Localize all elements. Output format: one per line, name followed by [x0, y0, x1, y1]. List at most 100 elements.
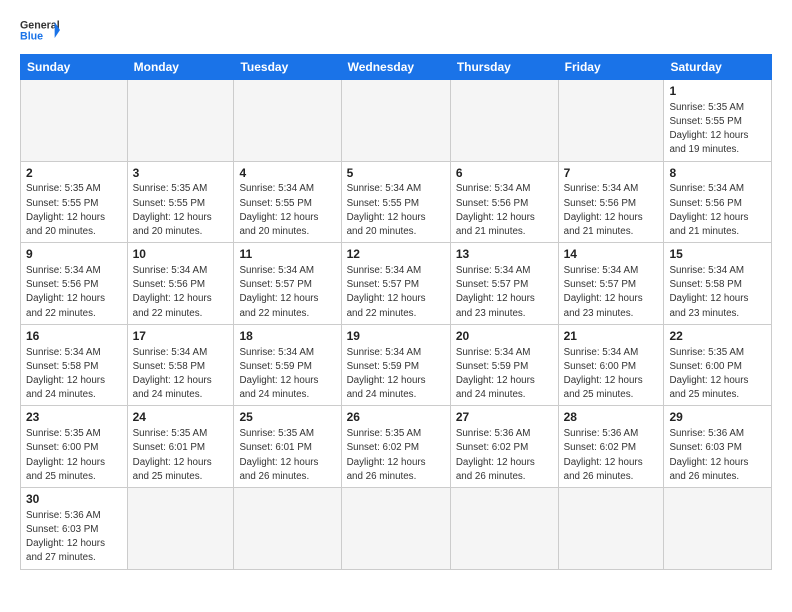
calendar-header-saturday: Saturday — [664, 55, 772, 80]
calendar-cell-5-1: 23Sunrise: 5:35 AM Sunset: 6:00 PM Dayli… — [21, 406, 128, 488]
calendar-cell-6-4 — [341, 488, 450, 570]
day-info: Sunrise: 5:34 AM Sunset: 5:55 PM Dayligh… — [239, 182, 335, 239]
day-info: Sunrise: 5:34 AM Sunset: 5:57 PM Dayligh… — [347, 264, 445, 321]
calendar-cell-1-4 — [341, 80, 450, 162]
page: General Blue SundayMondayTuesdayWednesda… — [0, 0, 792, 580]
calendar-week-2: 2Sunrise: 5:35 AM Sunset: 5:55 PM Daylig… — [21, 161, 772, 243]
calendar-week-5: 23Sunrise: 5:35 AM Sunset: 6:00 PM Dayli… — [21, 406, 772, 488]
svg-text:Blue: Blue — [20, 30, 43, 42]
day-info: Sunrise: 5:34 AM Sunset: 5:56 PM Dayligh… — [133, 264, 229, 321]
calendar-cell-3-4: 12Sunrise: 5:34 AM Sunset: 5:57 PM Dayli… — [341, 243, 450, 325]
day-info: Sunrise: 5:34 AM Sunset: 5:57 PM Dayligh… — [564, 264, 659, 321]
calendar-cell-2-5: 6Sunrise: 5:34 AM Sunset: 5:56 PM Daylig… — [450, 161, 558, 243]
day-info: Sunrise: 5:35 AM Sunset: 5:55 PM Dayligh… — [669, 101, 766, 158]
calendar-header-sunday: Sunday — [21, 55, 128, 80]
day-info: Sunrise: 5:34 AM Sunset: 5:58 PM Dayligh… — [133, 346, 229, 403]
calendar-cell-4-6: 21Sunrise: 5:34 AM Sunset: 6:00 PM Dayli… — [558, 324, 664, 406]
calendar-week-4: 16Sunrise: 5:34 AM Sunset: 5:58 PM Dayli… — [21, 324, 772, 406]
calendar-cell-2-4: 5Sunrise: 5:34 AM Sunset: 5:55 PM Daylig… — [341, 161, 450, 243]
calendar-week-6: 30Sunrise: 5:36 AM Sunset: 6:03 PM Dayli… — [21, 488, 772, 570]
day-number: 11 — [239, 246, 335, 263]
calendar-header-thursday: Thursday — [450, 55, 558, 80]
calendar-header-row: SundayMondayTuesdayWednesdayThursdayFrid… — [21, 55, 772, 80]
calendar-cell-1-2 — [127, 80, 234, 162]
calendar-cell-2-3: 4Sunrise: 5:34 AM Sunset: 5:55 PM Daylig… — [234, 161, 341, 243]
day-number: 9 — [26, 246, 122, 263]
day-number: 29 — [669, 409, 766, 426]
day-number: 12 — [347, 246, 445, 263]
day-number: 14 — [564, 246, 659, 263]
day-number: 6 — [456, 165, 553, 182]
calendar-cell-2-7: 8Sunrise: 5:34 AM Sunset: 5:56 PM Daylig… — [664, 161, 772, 243]
day-number: 19 — [347, 328, 445, 345]
calendar-cell-4-5: 20Sunrise: 5:34 AM Sunset: 5:59 PM Dayli… — [450, 324, 558, 406]
calendar-cell-5-7: 29Sunrise: 5:36 AM Sunset: 6:03 PM Dayli… — [664, 406, 772, 488]
calendar-header-friday: Friday — [558, 55, 664, 80]
calendar-cell-4-2: 17Sunrise: 5:34 AM Sunset: 5:58 PM Dayli… — [127, 324, 234, 406]
calendar-cell-5-3: 25Sunrise: 5:35 AM Sunset: 6:01 PM Dayli… — [234, 406, 341, 488]
day-number: 4 — [239, 165, 335, 182]
calendar-cell-6-2 — [127, 488, 234, 570]
day-number: 26 — [347, 409, 445, 426]
calendar-header-monday: Monday — [127, 55, 234, 80]
day-number: 15 — [669, 246, 766, 263]
day-number: 7 — [564, 165, 659, 182]
day-info: Sunrise: 5:34 AM Sunset: 5:55 PM Dayligh… — [347, 182, 445, 239]
day-number: 1 — [669, 83, 766, 100]
calendar-cell-3-6: 14Sunrise: 5:34 AM Sunset: 5:57 PM Dayli… — [558, 243, 664, 325]
day-info: Sunrise: 5:34 AM Sunset: 5:59 PM Dayligh… — [347, 346, 445, 403]
calendar-cell-2-1: 2Sunrise: 5:35 AM Sunset: 5:55 PM Daylig… — [21, 161, 128, 243]
calendar-cell-4-4: 19Sunrise: 5:34 AM Sunset: 5:59 PM Dayli… — [341, 324, 450, 406]
logo: General Blue — [20, 16, 60, 46]
day-number: 22 — [669, 328, 766, 345]
day-info: Sunrise: 5:34 AM Sunset: 5:57 PM Dayligh… — [456, 264, 553, 321]
calendar-cell-3-3: 11Sunrise: 5:34 AM Sunset: 5:57 PM Dayli… — [234, 243, 341, 325]
day-number: 5 — [347, 165, 445, 182]
calendar-cell-2-2: 3Sunrise: 5:35 AM Sunset: 5:55 PM Daylig… — [127, 161, 234, 243]
day-number: 17 — [133, 328, 229, 345]
day-info: Sunrise: 5:34 AM Sunset: 6:00 PM Dayligh… — [564, 346, 659, 403]
day-number: 30 — [26, 491, 122, 508]
calendar-header-wednesday: Wednesday — [341, 55, 450, 80]
day-info: Sunrise: 5:35 AM Sunset: 6:00 PM Dayligh… — [26, 427, 122, 484]
day-info: Sunrise: 5:36 AM Sunset: 6:02 PM Dayligh… — [564, 427, 659, 484]
day-number: 3 — [133, 165, 229, 182]
calendar-cell-1-7: 1Sunrise: 5:35 AM Sunset: 5:55 PM Daylig… — [664, 80, 772, 162]
day-number: 20 — [456, 328, 553, 345]
day-info: Sunrise: 5:35 AM Sunset: 6:00 PM Dayligh… — [669, 346, 766, 403]
day-info: Sunrise: 5:35 AM Sunset: 6:01 PM Dayligh… — [133, 427, 229, 484]
day-info: Sunrise: 5:34 AM Sunset: 5:56 PM Dayligh… — [669, 182, 766, 239]
day-info: Sunrise: 5:34 AM Sunset: 5:58 PM Dayligh… — [26, 346, 122, 403]
day-info: Sunrise: 5:34 AM Sunset: 5:59 PM Dayligh… — [456, 346, 553, 403]
calendar-cell-4-7: 22Sunrise: 5:35 AM Sunset: 6:00 PM Dayli… — [664, 324, 772, 406]
day-number: 13 — [456, 246, 553, 263]
calendar-cell-1-1 — [21, 80, 128, 162]
day-info: Sunrise: 5:35 AM Sunset: 6:02 PM Dayligh… — [347, 427, 445, 484]
calendar-cell-5-2: 24Sunrise: 5:35 AM Sunset: 6:01 PM Dayli… — [127, 406, 234, 488]
header: General Blue — [20, 16, 772, 46]
calendar-cell-5-5: 27Sunrise: 5:36 AM Sunset: 6:02 PM Dayli… — [450, 406, 558, 488]
calendar-cell-4-1: 16Sunrise: 5:34 AM Sunset: 5:58 PM Dayli… — [21, 324, 128, 406]
day-number: 21 — [564, 328, 659, 345]
calendar-cell-6-3 — [234, 488, 341, 570]
day-info: Sunrise: 5:36 AM Sunset: 6:03 PM Dayligh… — [26, 509, 122, 566]
calendar: SundayMondayTuesdayWednesdayThursdayFrid… — [20, 54, 772, 570]
day-number: 23 — [26, 409, 122, 426]
calendar-cell-3-7: 15Sunrise: 5:34 AM Sunset: 5:58 PM Dayli… — [664, 243, 772, 325]
calendar-cell-6-7 — [664, 488, 772, 570]
calendar-cell-4-3: 18Sunrise: 5:34 AM Sunset: 5:59 PM Dayli… — [234, 324, 341, 406]
day-info: Sunrise: 5:35 AM Sunset: 5:55 PM Dayligh… — [26, 182, 122, 239]
day-info: Sunrise: 5:35 AM Sunset: 5:55 PM Dayligh… — [133, 182, 229, 239]
day-number: 16 — [26, 328, 122, 345]
calendar-cell-6-5 — [450, 488, 558, 570]
day-info: Sunrise: 5:36 AM Sunset: 6:03 PM Dayligh… — [669, 427, 766, 484]
day-number: 28 — [564, 409, 659, 426]
day-info: Sunrise: 5:35 AM Sunset: 6:01 PM Dayligh… — [239, 427, 335, 484]
calendar-cell-1-5 — [450, 80, 558, 162]
day-info: Sunrise: 5:34 AM Sunset: 5:56 PM Dayligh… — [564, 182, 659, 239]
day-number: 10 — [133, 246, 229, 263]
calendar-cell-1-6 — [558, 80, 664, 162]
calendar-cell-5-6: 28Sunrise: 5:36 AM Sunset: 6:02 PM Dayli… — [558, 406, 664, 488]
day-info: Sunrise: 5:34 AM Sunset: 5:57 PM Dayligh… — [239, 264, 335, 321]
day-number: 24 — [133, 409, 229, 426]
